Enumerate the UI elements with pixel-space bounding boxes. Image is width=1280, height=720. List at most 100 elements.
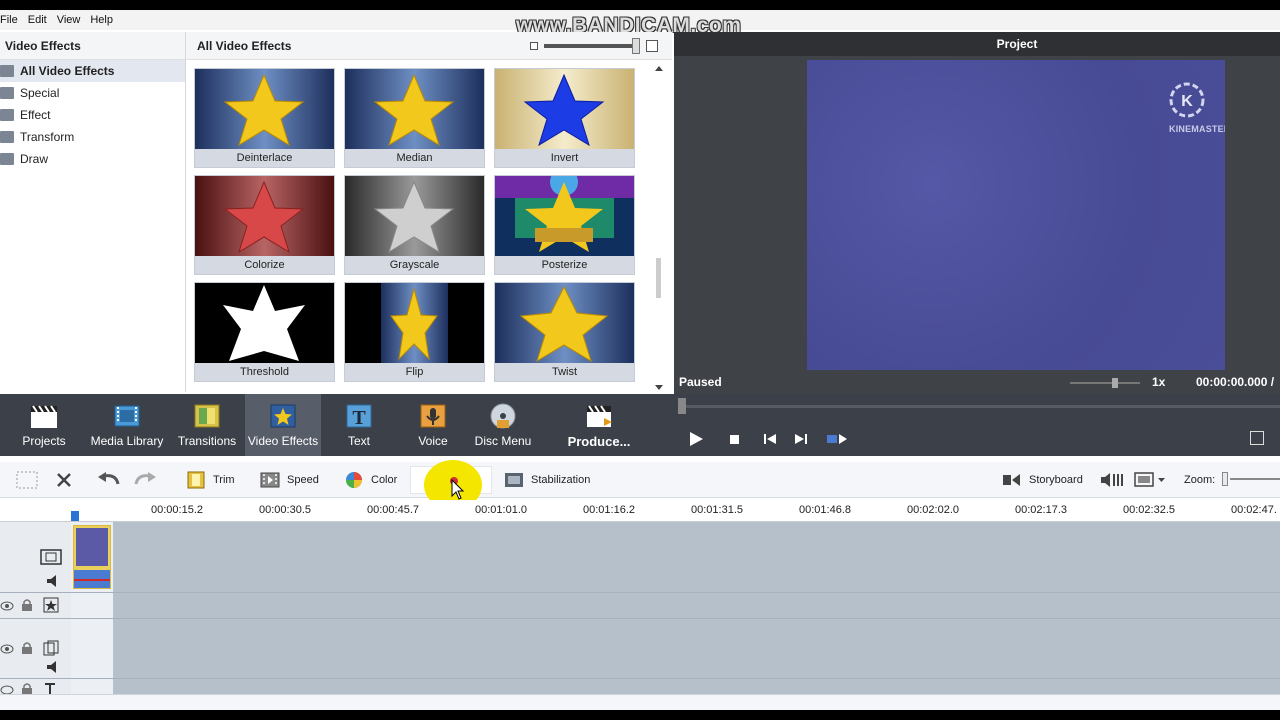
kinemaster-logo-icon: K	[1169, 82, 1205, 118]
media-library-button[interactable]: Media Library	[90, 394, 164, 456]
effect-twist[interactable]: Twist	[494, 282, 635, 382]
ruler-label: 00:02:47.	[1231, 504, 1277, 516]
effect-label: Posterize	[495, 256, 634, 274]
effect-flip[interactable]: Flip	[344, 282, 485, 382]
slider-thumb[interactable]	[632, 38, 640, 54]
disc-icon	[490, 403, 516, 429]
main-toolbar: Projects Media Library Transitions Video…	[0, 394, 1280, 456]
scroll-thumb[interactable]	[656, 258, 661, 298]
effect-preview-image	[345, 283, 484, 363]
effects-scrollbar[interactable]	[652, 62, 666, 392]
ruler-label: 00:00:30.5	[259, 504, 311, 516]
speed-button[interactable]: Speed	[260, 470, 319, 490]
disc-menu-label: Disc Menu	[474, 434, 532, 448]
undo-icon[interactable]	[98, 472, 120, 488]
lock-icon[interactable]	[20, 598, 34, 612]
trim-button[interactable]: Trim	[186, 470, 235, 490]
previous-frame-icon[interactable]	[764, 434, 776, 444]
effect-threshold[interactable]: Threshold	[194, 282, 335, 382]
scroll-down-icon[interactable]	[655, 385, 663, 390]
mouse-pointer-icon	[451, 479, 465, 500]
kinemaster-logo-text: KINEMASTER	[1169, 124, 1225, 134]
effect-median[interactable]: Median	[344, 68, 485, 168]
trim-icon	[187, 471, 205, 489]
menu-edit[interactable]: Edit	[28, 14, 47, 26]
stabilization-icon	[505, 473, 523, 487]
ruler-label: 00:00:15.2	[151, 504, 203, 516]
display-options-icon[interactable]	[1134, 471, 1166, 489]
timeline-scrollbar[interactable]	[0, 694, 1280, 710]
produce-clapperboard-icon	[587, 405, 612, 427]
speed-slider[interactable]	[1070, 382, 1140, 384]
scroll-up-icon[interactable]	[655, 66, 663, 71]
effect-preview-image	[495, 69, 634, 149]
zoom-slider-thumb[interactable]	[1222, 472, 1228, 486]
category-label: Effect	[20, 108, 51, 122]
category-draw[interactable]: Draw	[0, 148, 185, 170]
effect-posterize[interactable]: Posterize	[494, 175, 635, 275]
zoom-slider-track[interactable]	[1230, 478, 1280, 480]
color-button[interactable]: Color	[344, 470, 397, 490]
film-strip-icon	[114, 405, 140, 427]
effects-thumbnail-list: Deinterlace Median Invert Colorize Grays…	[194, 68, 644, 388]
timeline-tracks	[0, 522, 1280, 695]
preview-status-bar: Paused 1x 00:00:00.000 /	[674, 372, 1280, 394]
timeline-ruler[interactable]: 00:00:15.2 00:00:30.5 00:00:45.7 00:01:0…	[0, 500, 1280, 522]
storyboard-button[interactable]: Storyboard	[1002, 470, 1083, 490]
effect-invert[interactable]: Invert	[494, 68, 635, 168]
stop-icon[interactable]	[730, 435, 739, 444]
menu-help[interactable]: Help	[90, 14, 113, 26]
stabilization-button[interactable]: Stabilization	[504, 470, 590, 490]
effects-grid-header: All Video Effects	[186, 32, 672, 60]
effect-label: Invert	[495, 149, 634, 167]
effect-preview-image	[195, 69, 334, 149]
select-tool-icon[interactable]	[16, 471, 38, 489]
visibility-eye-icon[interactable]	[0, 599, 14, 613]
overlay-track-icon	[43, 640, 59, 656]
seek-track	[682, 405, 1280, 408]
effect-grayscale[interactable]: Grayscale	[344, 175, 485, 275]
category-all-video-effects[interactable]: All Video Effects	[0, 60, 185, 82]
volume-mixer-icon[interactable]	[1100, 471, 1126, 489]
speed-slider-thumb[interactable]	[1112, 378, 1118, 388]
delete-icon[interactable]	[56, 472, 72, 488]
preview-frame: K KINEMASTER	[807, 60, 1225, 370]
loop-icon[interactable]	[827, 433, 847, 445]
preview-title: Project	[674, 32, 1280, 56]
play-icon[interactable]	[690, 432, 703, 446]
video-effects-button[interactable]: Video Effects	[245, 394, 321, 456]
effect-colorize[interactable]: Colorize	[194, 175, 335, 275]
menu-file[interactable]: File	[0, 14, 18, 26]
menu-view[interactable]: View	[57, 14, 81, 26]
category-effect[interactable]: Effect	[0, 104, 185, 126]
visibility-eye-icon[interactable]	[0, 642, 14, 656]
preview-seek-bar[interactable]	[674, 394, 1280, 414]
lock-icon[interactable]	[20, 641, 34, 655]
transitions-label: Transitions	[177, 434, 237, 448]
produce-button[interactable]: Produce...	[562, 394, 636, 456]
disc-menu-button[interactable]: Disc Menu	[472, 394, 534, 456]
projects-label: Projects	[22, 434, 66, 448]
next-frame-icon[interactable]	[795, 434, 807, 444]
thumbnail-size-slider[interactable]	[530, 38, 658, 54]
text-button[interactable]: T Text	[330, 394, 388, 456]
effect-preview-image	[345, 176, 484, 256]
screen-top-bar	[0, 0, 1280, 10]
playback-speed: 1x	[1152, 375, 1166, 389]
effect-track-icon	[43, 597, 59, 613]
voice-button[interactable]: Voice	[404, 394, 462, 456]
redo-icon[interactable]	[134, 472, 156, 488]
category-special[interactable]: Special	[0, 82, 185, 104]
projects-button[interactable]: Projects	[14, 394, 74, 456]
effects-grid-title: All Video Effects	[197, 39, 292, 53]
seek-knob[interactable]	[678, 398, 686, 414]
category-label: Draw	[20, 152, 49, 166]
effect-deinterlace[interactable]: Deinterlace	[194, 68, 335, 168]
video-clip[interactable]	[73, 525, 111, 589]
category-transform[interactable]: Transform	[0, 126, 185, 148]
app-window: File Edit View Help www.BANDICAM.com Vid…	[0, 0, 1280, 720]
transitions-button[interactable]: Transitions	[176, 394, 238, 456]
fullscreen-icon[interactable]	[1250, 431, 1264, 445]
timeline-playhead[interactable]	[71, 511, 79, 521]
clapperboard-icon	[31, 405, 57, 428]
